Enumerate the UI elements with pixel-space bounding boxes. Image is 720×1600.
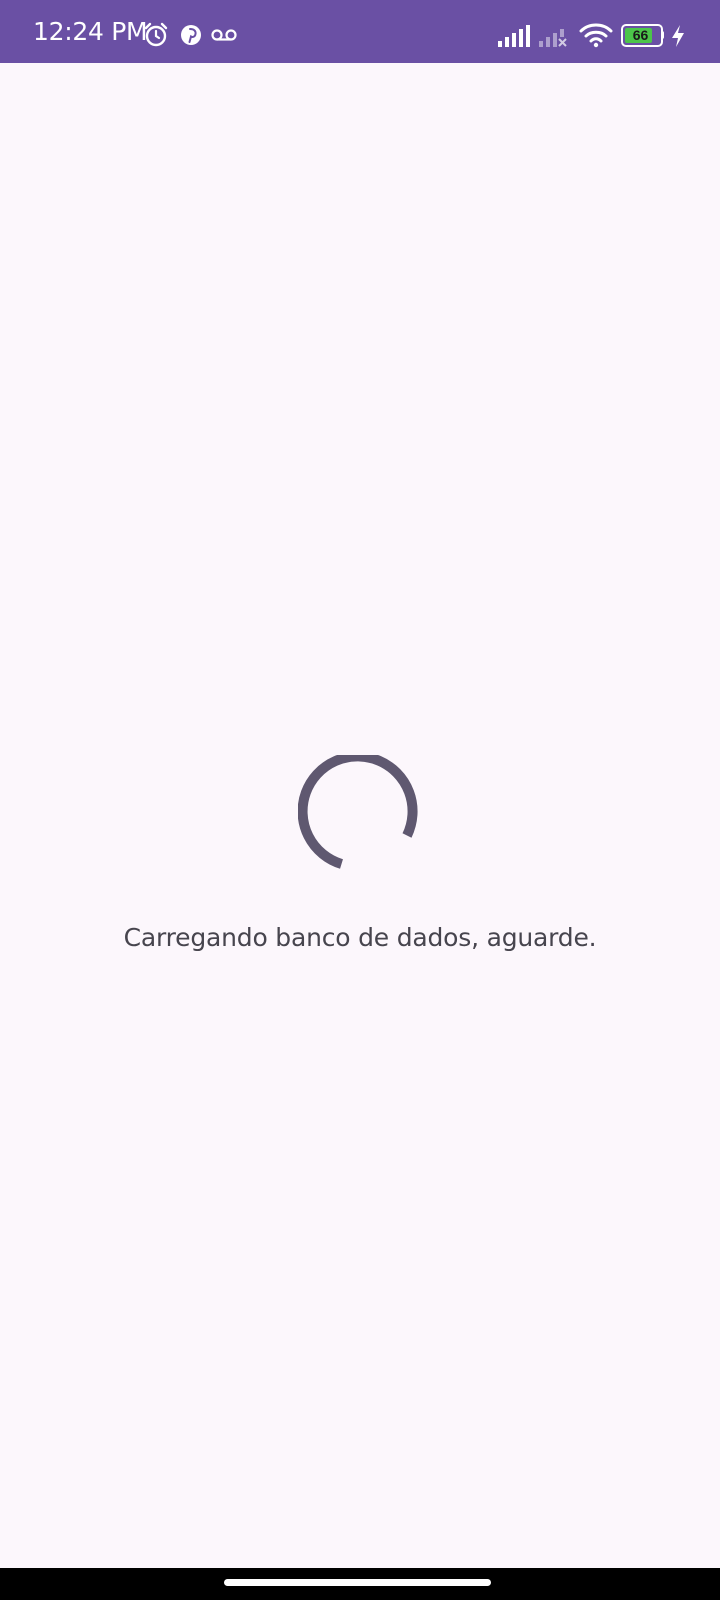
voicemail-icon (211, 29, 237, 41)
navigation-bar (0, 1568, 720, 1600)
status-bar: 12:24 PM 66 (0, 0, 720, 63)
signal-icon (498, 25, 530, 47)
alarm-icon (144, 22, 168, 47)
signal-no-service-icon (539, 29, 567, 47)
pinterest-icon (181, 25, 201, 45)
battery-level: 66 (632, 27, 649, 43)
home-gesture-handle[interactable] (224, 1579, 491, 1586)
loading-spinner (298, 755, 418, 869)
status-time: 12:24 PM (33, 17, 148, 46)
wifi-icon (579, 23, 613, 48)
loading-message: Carregando banco de dados, aguarde. (123, 923, 597, 952)
loading-screen: Carregando banco de dados, aguarde. (0, 63, 720, 1568)
charging-icon (672, 25, 684, 47)
battery-icon: 66 (621, 24, 667, 47)
